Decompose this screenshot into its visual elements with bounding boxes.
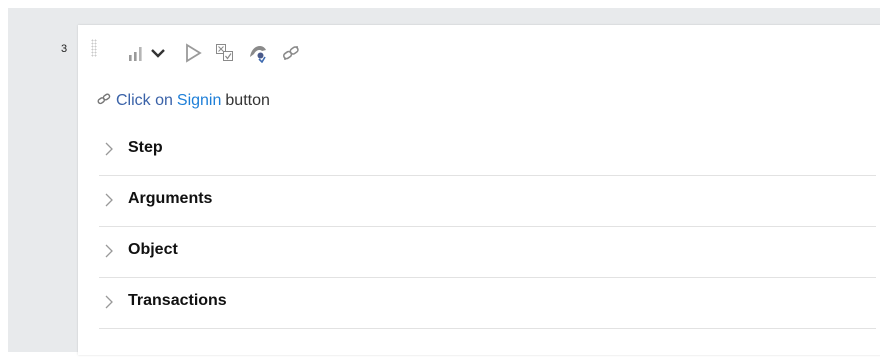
object-type: button [225,92,270,109]
section-title: Arguments [128,190,213,207]
chevron-down-icon[interactable] [148,43,168,63]
step-card: Click on Signin button Step Arguments Obje… [78,25,880,355]
checklist-icon[interactable] [215,43,235,63]
section-title: Object [128,241,178,258]
chevron-right-icon [104,141,114,162]
spy-icon[interactable] [248,43,268,64]
step-description: Click on Signin button [95,91,270,112]
chevron-right-icon [104,192,114,213]
object-link[interactable]: Signin [177,92,221,109]
section-step[interactable]: Step [99,124,876,176]
play-icon[interactable] [183,43,203,63]
section-transactions[interactable]: Transactions [99,277,876,329]
chevron-right-icon [104,243,114,264]
step-container: 3 Click on Signin button Step Arguments … [8,8,880,355]
section-title: Transactions [128,292,227,309]
drag-handle[interactable] [91,39,97,57]
section-title: Step [128,139,163,156]
signal-bars-icon[interactable] [126,43,146,63]
action-verb: Click on [116,92,173,109]
section-arguments[interactable]: Arguments [99,175,876,227]
section-object[interactable]: Object [99,226,876,278]
chevron-right-icon [104,294,114,315]
step-number: 3 [61,43,68,55]
link-icon [95,91,113,112]
link-icon[interactable] [281,43,301,63]
